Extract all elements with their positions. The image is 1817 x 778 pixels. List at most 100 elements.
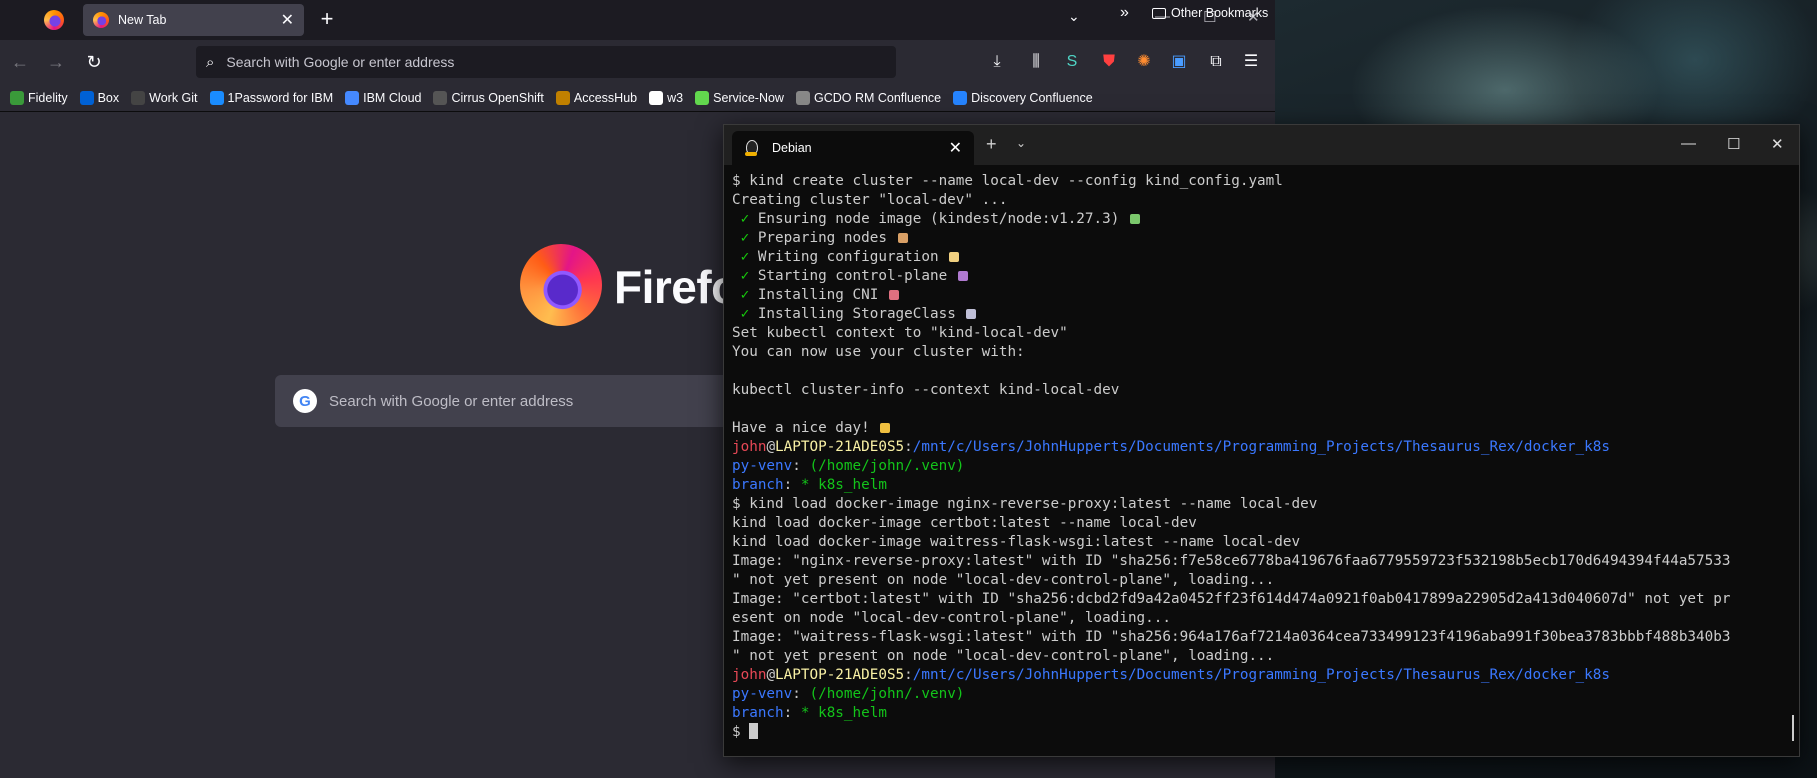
firefox-view-icon[interactable] (44, 10, 64, 30)
terminal-text: (/home/john/.venv) (809, 686, 965, 702)
terminal-text: ✓ (732, 287, 750, 303)
terminal-tab-debian[interactable]: Debian ✕ (732, 131, 974, 165)
list-all-tabs-chevron-icon[interactable]: ⌄ (1068, 8, 1080, 25)
terminal-text: Creating cluster "local-dev" ... (732, 192, 1008, 208)
bookmark-cirrus-openshift[interactable]: Cirrus OpenShift (433, 90, 544, 105)
terminal-text: Image: "waitress-flask-wsgi:latest" with… (732, 629, 1731, 645)
terminal-text: " not yet present on node "local-dev-con… (732, 572, 1275, 588)
close-terminal-tab-icon[interactable]: ✕ (949, 138, 962, 158)
ibm-cloud-icon (345, 90, 360, 105)
terminal-text: /mnt/c/Users/JohnHupperts/Documents/Prog… (912, 439, 1610, 455)
bookmark-label: w3 (667, 90, 684, 105)
terminal-text: Set kubectl context to "kind-local-dev" (732, 325, 1068, 341)
terminal-text: kind load docker-image waitress-flask-ws… (732, 534, 1301, 550)
terminal-line: Image: "certbot:latest" with ID "sha256:… (732, 590, 1787, 609)
firefox-logo-icon (520, 244, 602, 326)
bookmark-service-now[interactable]: Service-Now (695, 90, 784, 105)
fidelity-icon (10, 90, 24, 105)
terminal-line: Image: "nginx-reverse-proxy:latest" with… (732, 552, 1787, 571)
terminal-text: $ kind load docker-image nginx-reverse-p… (732, 496, 1318, 512)
address-bar-placeholder: Search with Google or enter address (226, 54, 455, 70)
emoji-icon (966, 309, 977, 319)
bookmark-box[interactable]: Box (79, 90, 119, 105)
bookmark-label: AccessHub (573, 90, 638, 105)
bookmarks-toolbar: Fidelity Box Work Git 1Password for IBM IBM … (0, 84, 1275, 112)
terminal-text: kubectl cluster-info --context kind-loca… (732, 382, 1120, 398)
terminal-line: kubectl cluster-info --context kind-loca… (732, 381, 1787, 400)
terminal-text: Installing CNI (749, 287, 887, 303)
tab-new-tab[interactable]: New Tab ✕ (83, 4, 304, 36)
cirrus-icon (433, 90, 448, 105)
terminal-text: @ (766, 667, 776, 683)
bookmark-w3[interactable]: w3 (649, 90, 684, 105)
terminal-window: Debian ✕ + ⌄ — ☐ ✕ $ kind create cluster… (723, 124, 1800, 757)
terminal-maximize-icon[interactable]: ☐ (1727, 135, 1740, 153)
github-icon (131, 90, 146, 105)
bookmark-accesshub[interactable]: AccessHub (555, 90, 638, 105)
extension-s-icon[interactable]: S (1061, 51, 1083, 73)
address-bar[interactable]: ⌕ Search with Google or enter address (196, 46, 896, 78)
bookmark-work-git[interactable]: Work Git (131, 90, 198, 105)
terminal-output[interactable]: $ kind create cluster --name local-dev -… (732, 172, 1787, 752)
terminal-line: kind load docker-image waitress-flask-ws… (732, 533, 1787, 552)
back-arrow-icon[interactable]: ← (8, 51, 32, 75)
terminal-text: esent on node "local-dev-control-plane",… (732, 610, 1171, 626)
newtab-search-input[interactable]: G Search with Google or enter address (275, 375, 735, 427)
downloads-icon[interactable]: ⤓ (986, 51, 1008, 73)
terminal-text: branch (732, 705, 784, 721)
close-tab-icon[interactable]: ✕ (281, 10, 294, 30)
bookmark-label: Cirrus OpenShift (451, 90, 544, 105)
bookmark-fidelity[interactable]: Fidelity (10, 90, 68, 105)
terminal-line: " not yet present on node "local-dev-con… (732, 647, 1787, 666)
terminal-text: * k8s_helm (800, 705, 887, 721)
bookmark-gcdo-rm-confluence[interactable]: GCDO RM Confluence (795, 90, 941, 105)
terminal-text: Writing configuration (749, 249, 948, 265)
terminal-line: kind load docker-image certbot:latest --… (732, 514, 1787, 533)
bookmark-1password-for-ibm[interactable]: 1Password for IBM (209, 90, 333, 105)
hamburger-menu-icon[interactable]: ☰ (1240, 51, 1262, 73)
ublock-icon[interactable]: ⛊ (1098, 51, 1120, 73)
other-bookmarks-label: Other Bookmarks (1171, 6, 1269, 20)
reload-icon[interactable]: ↻ (82, 51, 106, 75)
terminal-text: LAPTOP-21ADE0S5 (775, 439, 905, 455)
tab-bar: New Tab ✕ + ⌄ — ☐ ✕ (0, 0, 1275, 40)
bookmarks-overflow-chevron-icon[interactable]: » (1120, 4, 1129, 22)
other-bookmarks[interactable]: Other Bookmarks (1152, 6, 1268, 20)
terminal-text: ✓ (732, 230, 750, 246)
confluence-icon (953, 90, 968, 105)
terminal-text: Image: "nginx-reverse-proxy:latest" with… (732, 553, 1731, 569)
bookmark-label: IBM Cloud (363, 90, 422, 105)
terminal-text: ✓ (732, 306, 750, 322)
terminal-text: " not yet present on node "local-dev-con… (732, 648, 1275, 664)
extension-fox-icon[interactable]: ✺ (1133, 51, 1155, 73)
new-terminal-tab-button[interactable]: + (986, 134, 997, 155)
terminal-line: john@LAPTOP-21ADE0S5:/mnt/c/Users/JohnHu… (732, 438, 1787, 457)
terminal-text: john (732, 439, 767, 455)
1password-icon (209, 90, 224, 105)
library-icon[interactable]: ⫼ (1025, 51, 1047, 73)
terminal-text: john (732, 667, 767, 683)
terminal-line: esent on node "local-dev-control-plane",… (732, 609, 1787, 628)
tab-title: New Tab (118, 13, 167, 27)
new-tab-button[interactable]: + (315, 8, 339, 32)
terminal-text: * k8s_helm (800, 477, 887, 493)
terminal-text: ✓ (732, 211, 750, 227)
bookmark-ibm-cloud[interactable]: IBM Cloud (345, 90, 422, 105)
terminal-close-icon[interactable]: ✕ (1771, 135, 1784, 153)
terminal-minimize-icon[interactable]: — (1681, 135, 1696, 152)
extension-doc-icon[interactable]: ▣ (1168, 51, 1190, 73)
forward-arrow-icon[interactable]: → (44, 51, 68, 75)
terminal-line: $ kind load docker-image nginx-reverse-p… (732, 495, 1787, 514)
bookmark-discovery-confluence[interactable]: Discovery Confluence (953, 90, 1093, 105)
emoji-icon (880, 423, 891, 433)
terminal-dropdown-chevron-icon[interactable]: ⌄ (1016, 136, 1026, 150)
terminal-line: branch: * k8s_helm (732, 476, 1787, 495)
terminal-scrollbar[interactable] (1792, 715, 1794, 741)
terminal-line: py-venv: (/home/john/.venv) (732, 685, 1787, 704)
terminal-line: Set kubectl context to "kind-local-dev" (732, 324, 1787, 343)
terminal-line: ✓ Preparing nodes (732, 229, 1787, 248)
emoji-icon (888, 290, 899, 300)
navigation-toolbar: ← → ↻ ⌕ Search with Google or enter addr… (0, 40, 1275, 84)
emoji-icon (897, 233, 908, 243)
extensions-puzzle-icon[interactable]: ⧉ (1205, 51, 1227, 73)
